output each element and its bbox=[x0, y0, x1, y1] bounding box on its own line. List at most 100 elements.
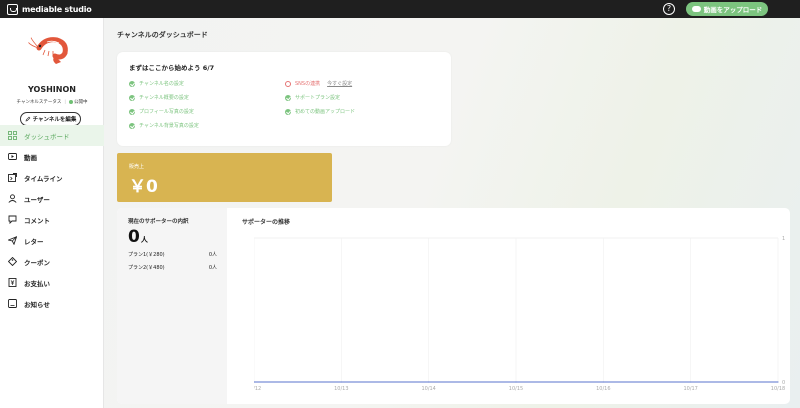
dashboard-icon bbox=[8, 131, 17, 140]
check-icon bbox=[285, 108, 291, 115]
plan-name: プラン1(￥280) bbox=[128, 252, 165, 258]
x-tick-label: 10/14 bbox=[421, 386, 435, 392]
sidebar: YOSHINON チャンネルステータス | 公開中 チャンネルを編集 ダッシュボード… bbox=[0, 18, 104, 408]
plan-row: プラン1(￥280) 0人 bbox=[128, 251, 217, 258]
help-icon[interactable]: ? bbox=[663, 3, 675, 15]
channel-name: YOSHINON bbox=[28, 85, 76, 94]
x-tick-label: 10/13 bbox=[334, 386, 348, 392]
checklist-item-label: サポートプラン設定 bbox=[295, 95, 341, 101]
sidebar-item-label: お支払い bbox=[24, 279, 50, 288]
video-icon bbox=[8, 152, 17, 161]
channel-status-line: チャンネルステータス | 公開中 bbox=[0, 99, 104, 105]
series-point bbox=[777, 381, 779, 383]
x-tick-label: 10/15 bbox=[509, 386, 523, 392]
upload-video-button[interactable]: 動画をアップロード bbox=[686, 2, 768, 16]
supporter-count-value: 0 bbox=[128, 227, 140, 247]
checklist-item-sns[interactable]: SNSの連携 今すぐ設定 bbox=[285, 80, 352, 87]
main-content: チャンネルのダッシュボード まずはここから始めよう 6/7 チャンネル名の設定 … bbox=[104, 18, 800, 408]
incomplete-icon bbox=[285, 80, 291, 87]
sidebar-item-notices[interactable]: お知らせ bbox=[0, 293, 104, 314]
sidebar-nav: ダッシュボード 動画 タイムライン ユーザー コメント レター クーポン お支払… bbox=[0, 125, 104, 314]
sales-card: 販売上 ￥0 bbox=[117, 153, 332, 202]
edit-channel-button[interactable]: チャンネルを編集 bbox=[20, 112, 81, 126]
sidebar-item-label: タイムライン bbox=[24, 174, 63, 183]
check-icon bbox=[129, 80, 135, 87]
sales-label: 販売上 bbox=[129, 164, 145, 170]
checklist-item-profile-photo[interactable]: プロフィール写真の設定 bbox=[129, 108, 194, 115]
check-icon bbox=[129, 94, 135, 101]
x-tick-label: 10/17 bbox=[683, 386, 697, 392]
x-tick-label: 10/12 bbox=[254, 386, 261, 392]
chart-title: サポーターの推移 bbox=[242, 219, 291, 226]
checklist-item-channel-name[interactable]: チャンネル名の設定 bbox=[129, 80, 184, 87]
sidebar-item-letters[interactable]: レター bbox=[0, 230, 104, 251]
series-point bbox=[690, 381, 692, 383]
upload-video-label: 動画をアップロード bbox=[703, 6, 763, 14]
pencil-icon bbox=[25, 116, 30, 122]
plan-count: 0人 bbox=[208, 265, 217, 271]
letter-icon bbox=[8, 236, 17, 245]
sidebar-item-label: コメント bbox=[24, 216, 50, 225]
logo-text: mediable studio bbox=[22, 4, 92, 14]
notice-icon bbox=[8, 299, 17, 308]
comment-icon bbox=[8, 215, 17, 224]
x-tick-label: 10/18 bbox=[771, 386, 785, 392]
checklist-item-support-plan[interactable]: サポートプラン設定 bbox=[285, 94, 340, 101]
checklist-item-channel-summary[interactable]: チャンネル概要の設定 bbox=[129, 94, 189, 101]
checklist-item-background-photo[interactable]: チャンネル背景写真の設定 bbox=[129, 122, 199, 129]
series-point bbox=[428, 381, 430, 383]
checklist-item-label: プロフィール写真の設定 bbox=[139, 109, 194, 115]
y-tick-label: 0 bbox=[782, 380, 785, 386]
supporter-count-unit: 人 bbox=[140, 236, 148, 244]
x-tick-label: 10/16 bbox=[596, 386, 610, 392]
checklist-item-first-upload[interactable]: 初めての動画アップロード bbox=[285, 108, 355, 115]
status-separator: | bbox=[64, 100, 66, 105]
sidebar-item-video[interactable]: 動画 bbox=[0, 146, 104, 167]
sales-value: ￥0 bbox=[129, 177, 158, 197]
sidebar-item-label: ダッシュボード bbox=[24, 132, 70, 141]
setup-now-link[interactable]: 今すぐ設定 bbox=[327, 80, 352, 87]
plan-name: プラン2(￥480) bbox=[128, 265, 165, 271]
cloud-upload-icon bbox=[691, 6, 701, 12]
coupon-icon bbox=[8, 257, 17, 266]
page-title: チャンネルのダッシュボード bbox=[117, 31, 208, 39]
check-icon bbox=[285, 94, 291, 101]
timeline-icon bbox=[8, 173, 17, 182]
checklist-item-label: チャンネル背景写真の設定 bbox=[139, 123, 199, 129]
sidebar-item-timeline[interactable]: タイムライン bbox=[0, 167, 104, 188]
checklist-item-label: 初めての動画アップロード bbox=[295, 109, 356, 115]
series-point bbox=[340, 381, 342, 383]
channel-status-label: チャンネルステータス bbox=[16, 100, 62, 105]
top-bar: mediable studio ? 動画をアップロード bbox=[0, 0, 800, 18]
sidebar-item-label: 動画 bbox=[24, 153, 37, 162]
plan-row: プラン2(￥480) 0人 bbox=[128, 264, 217, 271]
y-tick-label: 1 bbox=[782, 236, 785, 242]
checklist-item-label: チャンネル概要の設定 bbox=[139, 95, 189, 101]
checklist-title: まずはここから始めよう 6/7 bbox=[129, 64, 215, 72]
sidebar-item-label: クーポン bbox=[24, 258, 50, 267]
sidebar-item-users[interactable]: ユーザー bbox=[0, 188, 104, 209]
logo-icon bbox=[7, 3, 18, 15]
checklist-item-label: チャンネル名の設定 bbox=[139, 81, 184, 87]
sidebar-item-label: レター bbox=[24, 237, 44, 246]
supporter-trend-chart: 10/12 10/13 10/14 10/15 10/16 10/17 10/18 1 0 bbox=[254, 236, 785, 392]
status-dot-icon bbox=[68, 99, 73, 104]
getting-started-checklist: まずはここから始めよう 6/7 チャンネル名の設定 チャンネル概要の設定 プロフ… bbox=[117, 52, 451, 146]
sidebar-item-label: お知らせ bbox=[24, 300, 50, 309]
supporter-count: 0人 bbox=[128, 227, 148, 247]
avatar[interactable] bbox=[27, 26, 77, 76]
status-badge: 公開中 bbox=[73, 100, 88, 105]
edit-channel-label: チャンネルを編集 bbox=[32, 117, 77, 123]
app-logo[interactable]: mediable studio bbox=[7, 3, 92, 15]
supporter-stats-panel: 現在のサポーターの内訳 0人 プラン1(￥280) 0人 プラン2(￥480) … bbox=[117, 208, 790, 404]
check-icon bbox=[129, 108, 135, 115]
sidebar-item-dashboard[interactable]: ダッシュボード bbox=[0, 125, 104, 146]
series-point bbox=[515, 381, 517, 383]
check-icon bbox=[129, 122, 135, 129]
plan-count: 0人 bbox=[208, 252, 217, 258]
sidebar-item-label: ユーザー bbox=[24, 195, 50, 204]
sidebar-item-coupons[interactable]: クーポン bbox=[0, 251, 104, 272]
sidebar-item-comments[interactable]: コメント bbox=[0, 209, 104, 230]
supporter-breakdown-title: 現在のサポーターの内訳 bbox=[128, 219, 189, 225]
sidebar-item-payments[interactable]: お支払い bbox=[0, 272, 104, 293]
